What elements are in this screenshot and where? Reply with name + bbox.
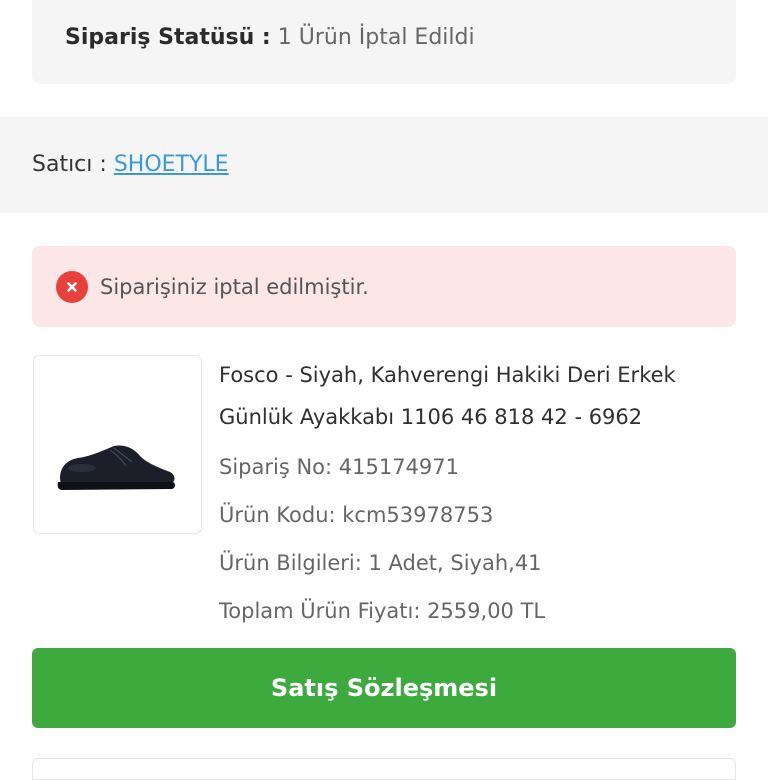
seller-label: Satıcı : xyxy=(32,152,107,177)
order-status: Sipariş Statüsü : 1 Ürün İptal Edildi xyxy=(65,24,475,52)
product-image[interactable] xyxy=(33,355,202,534)
shoe-image xyxy=(57,445,175,490)
product-code: Ürün Kodu: kcm53978753 xyxy=(219,503,494,527)
order-number: Sipariş No: 415174971 xyxy=(219,455,460,479)
product-details: Ürün Bilgileri: 1 Adet, Siyah,41 xyxy=(219,551,542,575)
seller-section: Satıcı : SHOETYLE xyxy=(0,117,768,213)
sales-contract-button[interactable]: Satış Sözleşmesi xyxy=(32,648,736,728)
order-status-value: 1 Ürün İptal Edildi xyxy=(277,25,475,50)
next-card xyxy=(32,758,736,780)
product-title[interactable]: Fosco - Siyah, Kahverengi Hakiki Deri Er… xyxy=(219,354,739,438)
seller-link[interactable]: SHOETYLE xyxy=(114,152,229,177)
order-status-label: Sipariş Statüsü : xyxy=(65,25,271,50)
seller-row: Satıcı : SHOETYLE xyxy=(32,151,229,179)
product-info: Fosco - Siyah, Kahverengi Hakiki Deri Er… xyxy=(219,354,739,625)
close-icon xyxy=(56,271,88,303)
order-status-card: Sipariş Statüsü : 1 Ürün İptal Edildi xyxy=(32,0,736,84)
cancel-alert: Siparişiniz iptal edilmiştir. xyxy=(32,246,736,327)
product-total-price: Toplam Ürün Fiyatı: 2559,00 TL xyxy=(219,599,546,623)
alert-message: Siparişiniz iptal edilmiştir. xyxy=(100,275,369,299)
